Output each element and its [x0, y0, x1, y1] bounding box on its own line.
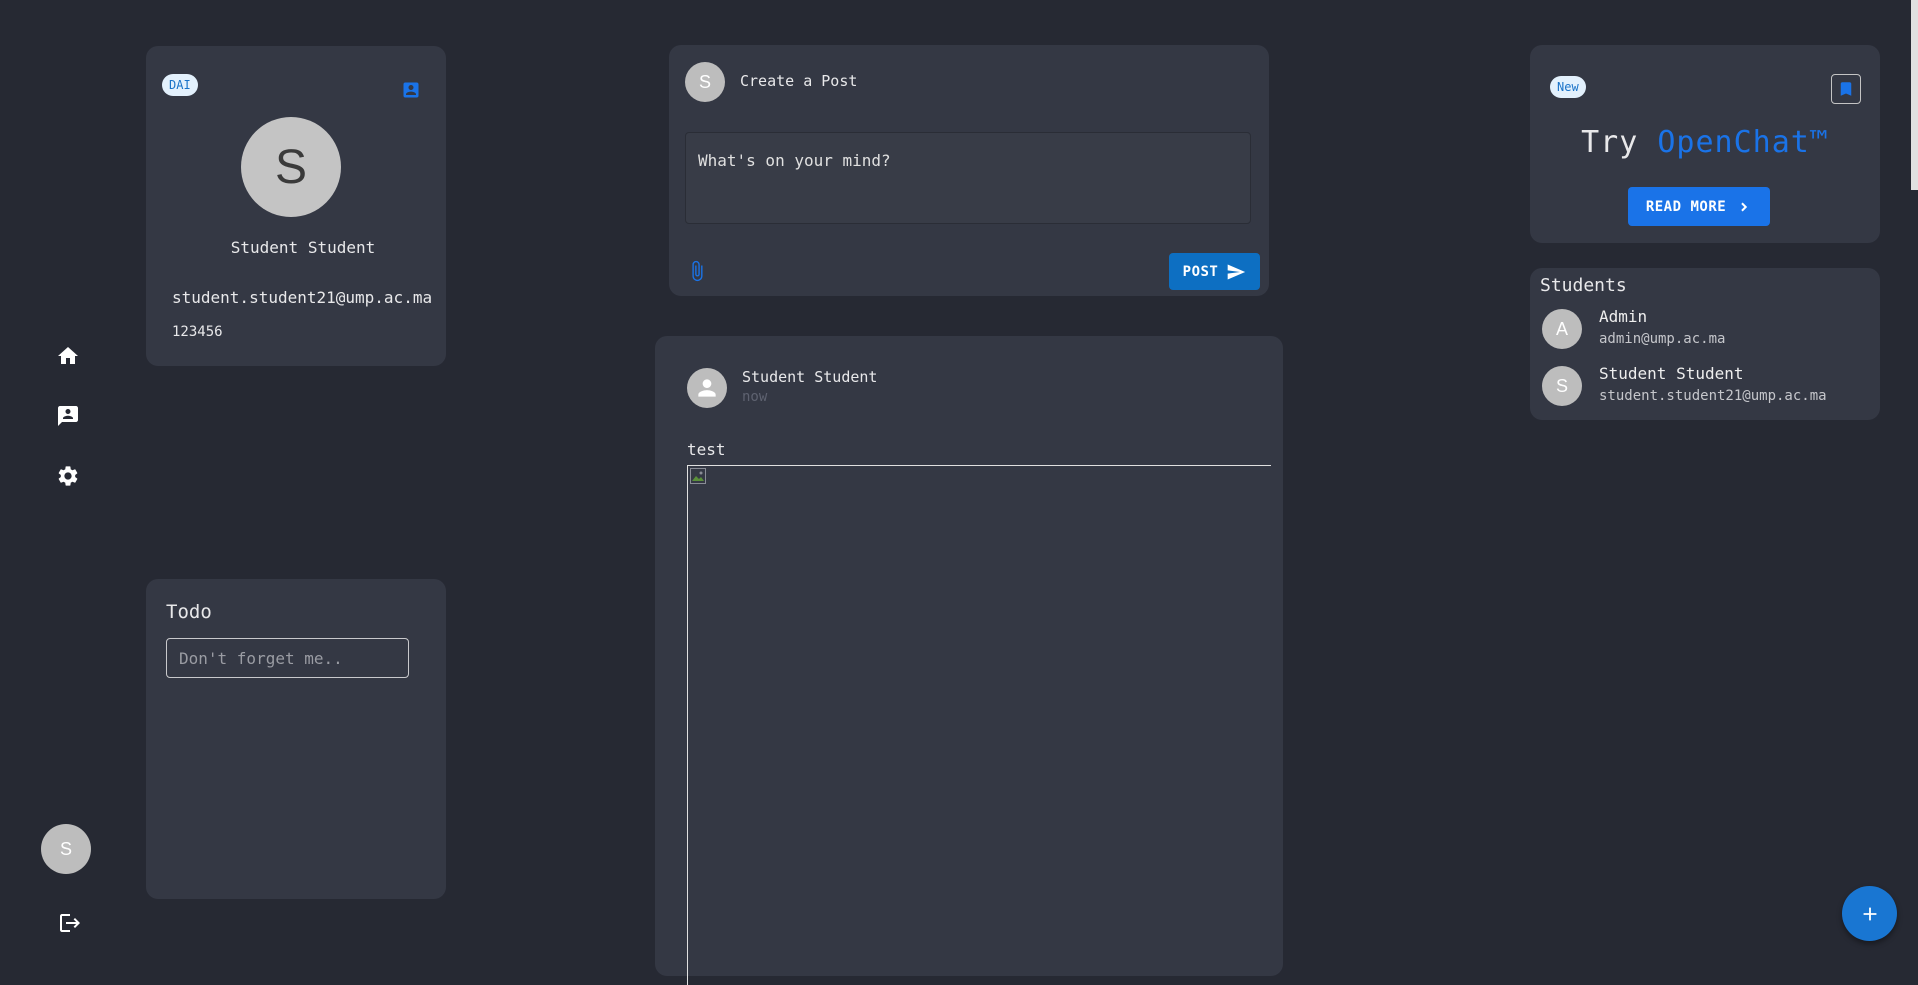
post-author: Student Student [742, 368, 878, 386]
new-badge: New [1550, 76, 1586, 98]
read-more-button[interactable]: READ MORE [1628, 187, 1770, 226]
home-icon[interactable] [56, 344, 80, 368]
student-avatar: S [1542, 366, 1582, 406]
todo-title: Todo [166, 601, 212, 623]
chevron-right-icon [1736, 199, 1752, 215]
person-icon [687, 368, 727, 408]
create-post-card: S Create a Post What's on your mind? POS… [669, 45, 1269, 296]
gear-icon[interactable] [56, 464, 80, 488]
post-image [687, 465, 1271, 985]
plus-icon [1863, 907, 1876, 920]
promo-brand: OpenChat™ [1657, 125, 1829, 160]
student-avatar: A [1542, 309, 1582, 349]
send-icon [1226, 262, 1246, 282]
logout-icon[interactable] [58, 911, 82, 935]
student-email: student.student21@ump.ac.ma [1599, 388, 1827, 404]
contact-card-icon[interactable] [399, 78, 423, 102]
post-text: test [687, 440, 726, 459]
student-name: Admin [1599, 307, 1648, 326]
attachment-icon[interactable] [685, 259, 709, 283]
student-email: admin@ump.ac.ma [1599, 331, 1726, 347]
promo-card: New Try OpenChat™ READ MORE [1530, 45, 1880, 243]
post-textarea[interactable]: What's on your mind? [685, 132, 1251, 224]
profile-email: student.student21@ump.ac.ma [172, 288, 433, 307]
group-badge: DAI [162, 74, 198, 96]
profile-avatar: S [241, 117, 341, 217]
post-button-label: POST [1182, 263, 1219, 280]
students-title: Students [1540, 275, 1627, 296]
post-time: now [742, 389, 768, 405]
profile-name: Student Student [230, 238, 376, 257]
user-avatar[interactable]: S [41, 824, 91, 874]
student-item[interactable]: S Student Student student.student21@ump.… [1542, 364, 1827, 406]
add-fab-button[interactable] [1842, 886, 1897, 941]
profile-id: 123456 [172, 324, 223, 340]
create-post-avatar: S [685, 62, 725, 102]
scrollbar-thumb[interactable] [1911, 0, 1918, 190]
contact-message-icon[interactable] [56, 404, 80, 428]
broken-image-icon [690, 468, 706, 484]
student-item[interactable]: A Admin admin@ump.ac.ma [1542, 307, 1726, 349]
promo-headline: Try OpenChat™ [1530, 125, 1880, 160]
todo-card: Todo [146, 579, 446, 899]
feed-post-card: Student Student now test [655, 336, 1283, 985]
create-post-title: Create a Post [740, 72, 858, 90]
promo-try: Try [1581, 125, 1639, 160]
page-scrollbar[interactable] [1910, 0, 1918, 963]
students-card: Students A Admin admin@ump.ac.ma S Stude… [1530, 268, 1880, 420]
student-name: Student Student [1599, 364, 1744, 383]
profile-card: DAI S Student Student student.student21@… [146, 46, 446, 366]
read-more-label: READ MORE [1645, 198, 1727, 215]
bookmark-icon[interactable] [1831, 74, 1861, 104]
todo-input[interactable] [166, 638, 409, 678]
post-button[interactable]: POST [1169, 253, 1260, 290]
